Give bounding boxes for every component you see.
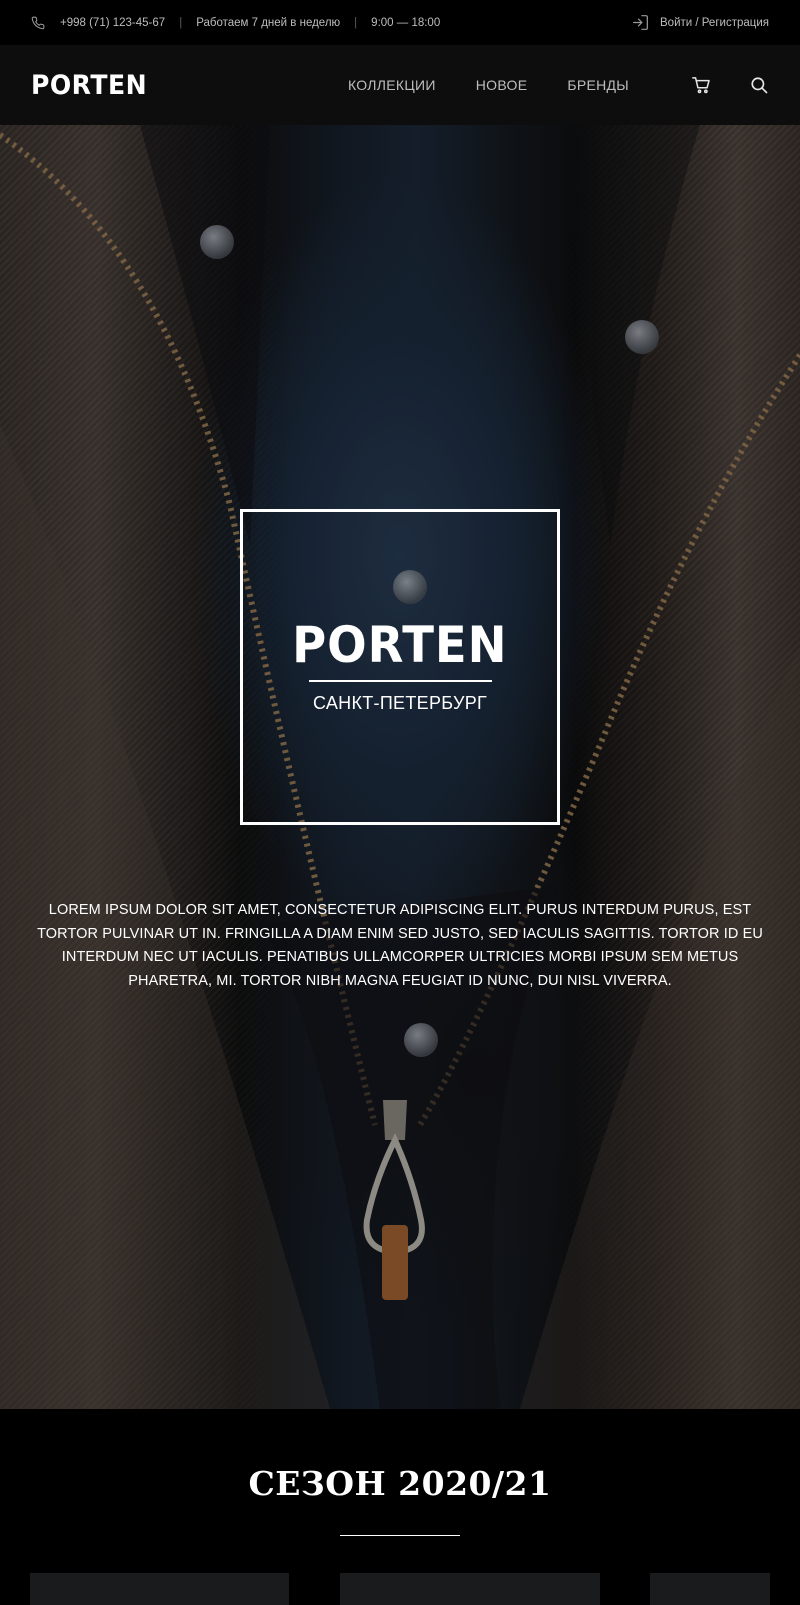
login-label: Войти / Регистрация bbox=[660, 16, 769, 29]
brand-frame: PORTEN САНКТ-ПЕТЕРБУРГ bbox=[240, 509, 560, 825]
login-icon bbox=[632, 15, 649, 30]
product-card[interactable] bbox=[30, 1573, 289, 1605]
login-link[interactable]: Войти / Регистрация bbox=[632, 15, 769, 30]
shirt-button-decor bbox=[625, 320, 659, 354]
hero-banner: PORTEN САНКТ-ПЕТЕРБУРГ Lorem ipsum dolor… bbox=[0, 125, 800, 1409]
nav-item-brands[interactable]: БРЕНДЫ bbox=[567, 77, 629, 93]
phone-icon bbox=[31, 16, 45, 30]
nav-item-collections[interactable]: КОЛЛЕКЦИИ bbox=[348, 77, 436, 93]
shirt-button-decor bbox=[200, 225, 234, 259]
season-divider bbox=[340, 1535, 460, 1536]
phone-number[interactable]: +998 (71) 123-45-67 bbox=[60, 17, 165, 29]
shirt-button-decor bbox=[404, 1023, 438, 1057]
main-header: PORTEN КОЛЛЕКЦИИ НОВОЕ БРЕНДЫ bbox=[0, 45, 800, 125]
hero-city: САНКТ-ПЕТЕРБУРГ bbox=[312, 693, 488, 713]
cart-icon[interactable] bbox=[691, 75, 711, 95]
site-logo[interactable]: PORTEN bbox=[31, 70, 147, 101]
zipper-pull-decor bbox=[363, 1100, 425, 1300]
product-card[interactable] bbox=[340, 1573, 600, 1605]
working-hours: 9:00 — 18:00 bbox=[371, 16, 441, 29]
product-card[interactable] bbox=[650, 1573, 770, 1605]
main-nav: КОЛЛЕКЦИИ НОВОЕ БРЕНДЫ bbox=[348, 77, 629, 93]
brand-divider bbox=[308, 680, 492, 682]
nav-item-new[interactable]: НОВОЕ bbox=[476, 77, 528, 93]
separator: | bbox=[354, 16, 358, 29]
top-info-bar: +998 (71) 123-45-67 | Работаем 7 дней в … bbox=[0, 0, 800, 45]
search-icon[interactable] bbox=[749, 75, 769, 95]
hero-brand-title: PORTEN bbox=[292, 616, 508, 674]
separator: | bbox=[179, 16, 183, 29]
hero-description: Lorem ipsum dolor sit amet, consectetur … bbox=[37, 902, 763, 989]
season-title: СЕЗОН 2020/21 bbox=[248, 1464, 552, 1503]
working-days: Работаем 7 дней в неделю bbox=[196, 16, 341, 29]
season-section: СЕЗОН 2020/21 bbox=[0, 1409, 800, 1605]
